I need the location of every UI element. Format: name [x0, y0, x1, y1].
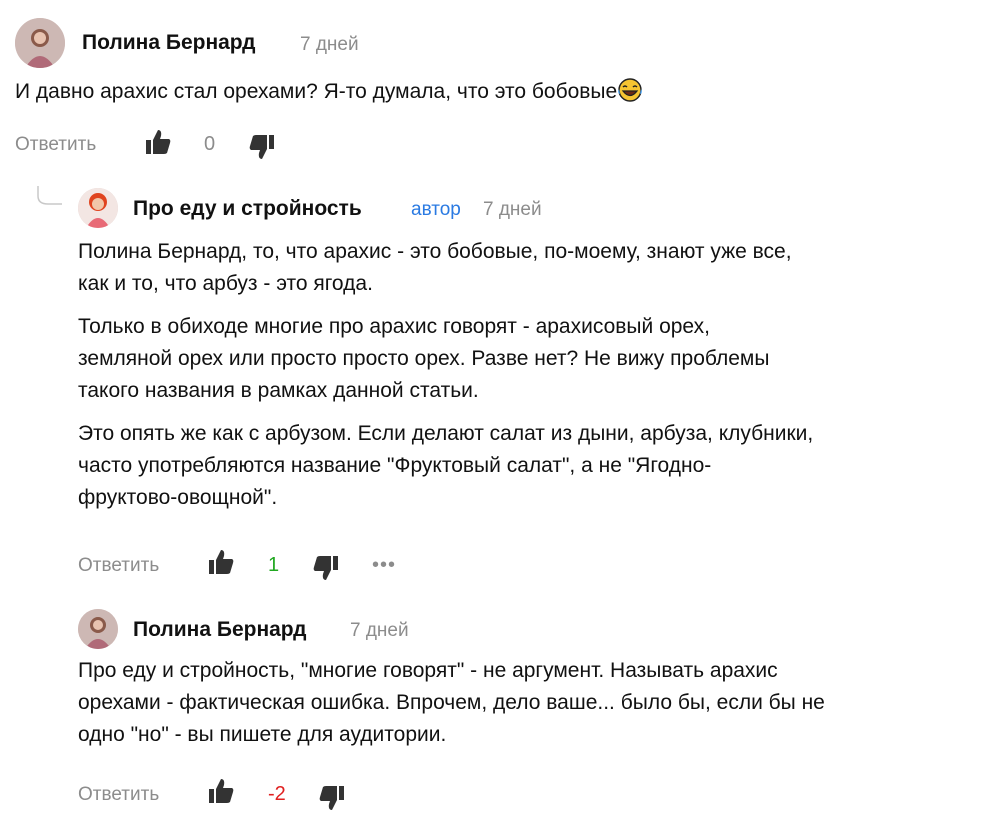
thumbs-down-icon[interactable]	[248, 133, 276, 166]
thumbs-up-icon[interactable]	[207, 548, 235, 581]
comment-author[interactable]: Полина Бернард	[133, 618, 306, 642]
avatar[interactable]	[78, 609, 118, 649]
comment-text: И давно арахис стал орехами? Я-то думала…	[15, 76, 643, 112]
comment-text: Про еду и стройность, "многие говорят" -…	[78, 655, 825, 751]
comment-line: орехами - фактическая ошибка. Впрочем, д…	[78, 691, 825, 714]
reply-button[interactable]: Ответить	[78, 784, 159, 806]
comment-line: как и то, что арбуз - это ягода.	[78, 272, 373, 295]
reply-button[interactable]: Ответить	[78, 555, 159, 577]
comment-line: одно "но" - вы пишете для аудитории.	[78, 723, 447, 746]
comment-line: фруктово-овощной".	[78, 486, 278, 509]
thumbs-up-icon[interactable]	[144, 128, 172, 161]
comment-paragraph: Это опять же как с арбузом. Если делают …	[78, 418, 813, 514]
comment-paragraph: Только в обиходе многие про арахис говор…	[78, 311, 813, 407]
comment-line: часто употребляются название "Фруктовый …	[78, 454, 712, 477]
comment-line: Про еду и стройность, "многие говорят" -…	[78, 659, 778, 682]
comment-text: Полина Бернард, то, что арахис - это боб…	[78, 236, 813, 514]
more-options-button[interactable]: •••	[372, 554, 396, 577]
comment-line: Полина Бернард, то, что арахис - это боб…	[78, 240, 792, 263]
like-count: 1	[268, 554, 280, 576]
comment-paragraph: Полина Бернард, то, что арахис - это боб…	[78, 236, 813, 300]
author-badge: автор	[411, 199, 461, 220]
thumbs-down-icon[interactable]	[312, 554, 340, 587]
like-count: -2	[268, 783, 286, 805]
thumbs-up-icon[interactable]	[207, 777, 235, 810]
thread-connector-icon	[37, 186, 62, 205]
avatar[interactable]	[15, 18, 65, 68]
comment-line: земляной орех или просто просто орех. Ра…	[78, 347, 770, 370]
comment-line: Это опять же как с арбузом. Если делают …	[78, 422, 814, 445]
comment-line: И давно арахис стал орехами? Я-то думала…	[15, 80, 618, 103]
comment-time: 7 дней	[483, 199, 542, 220]
tears-of-joy-emoji-icon	[617, 78, 643, 112]
comment-author[interactable]: Про еду и стройность	[133, 197, 362, 221]
comment-time: 7 дней	[350, 620, 409, 641]
comment-author[interactable]: Полина Бернард	[82, 31, 255, 55]
comment-line: Только в обиходе многие про арахис говор…	[78, 315, 710, 338]
thumbs-down-icon[interactable]	[318, 784, 346, 817]
reply-button[interactable]: Ответить	[15, 134, 96, 156]
avatar[interactable]	[78, 188, 118, 228]
like-count: 0	[204, 133, 216, 155]
comment-line: такого названия в рамках данной статьи.	[78, 379, 479, 402]
comment-time: 7 дней	[300, 34, 359, 55]
